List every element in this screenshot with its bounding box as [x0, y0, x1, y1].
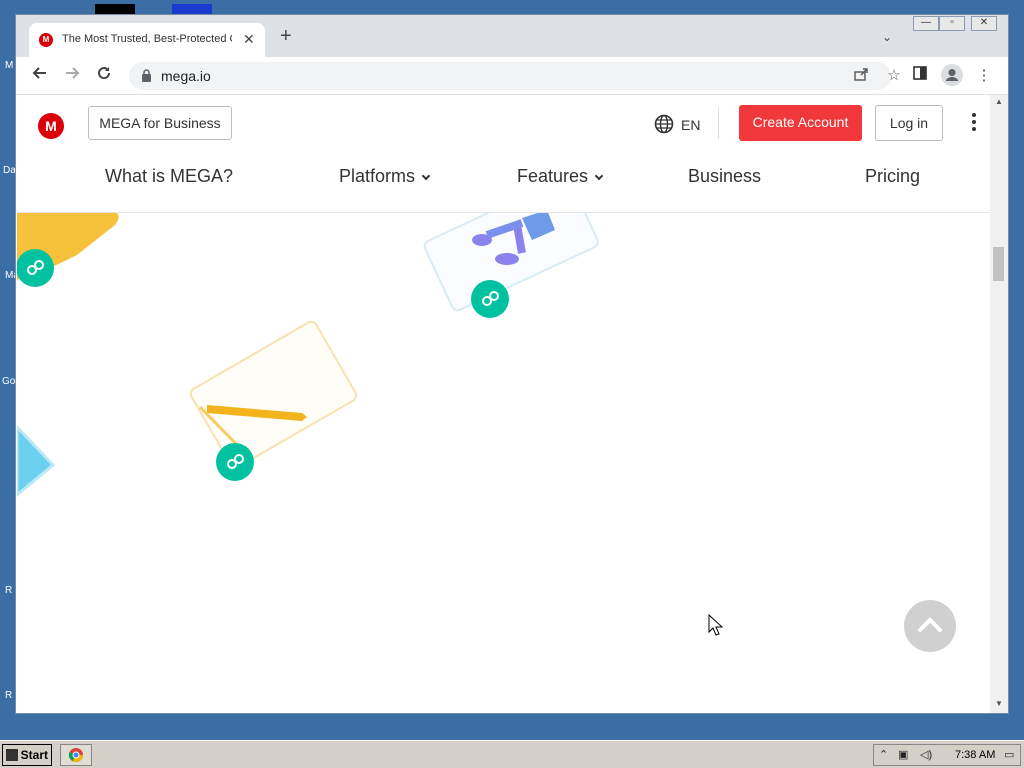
- mega-sync-badge-icon: [17, 249, 54, 287]
- clock[interactable]: 7:38 AM: [955, 749, 995, 761]
- back-arrow-icon[interactable]: [29, 65, 51, 87]
- reload-icon[interactable]: [93, 65, 115, 87]
- start-button[interactable]: Start: [2, 744, 52, 766]
- desktop-icon-label[interactable]: R: [5, 585, 12, 596]
- chevron-up-icon: [918, 617, 942, 632]
- forward-arrow-icon[interactable]: [61, 65, 83, 87]
- desktop-icon-label[interactable]: R: [5, 690, 12, 701]
- nav-platforms[interactable]: Platforms: [339, 166, 431, 187]
- desktop-icon-label[interactable]: M: [5, 60, 13, 71]
- nav-label: What is MEGA?: [105, 166, 234, 186]
- web-page: M MEGA for Business EN Create Account Lo…: [17, 95, 990, 713]
- language-label: EN: [681, 117, 701, 133]
- browser-window: M The Most Trusted, Best-Protected C ✕ +…: [15, 14, 1009, 714]
- globe-icon: [654, 114, 674, 134]
- mega-sync-badge-icon: [471, 280, 509, 318]
- chevron-down-icon: [421, 171, 431, 181]
- profile-avatar-icon[interactable]: [941, 64, 963, 86]
- create-account-button[interactable]: Create Account: [739, 105, 862, 141]
- side-panel-icon[interactable]: [910, 66, 930, 86]
- volume-icon[interactable]: ◁): [920, 748, 932, 761]
- desktop-icon-label[interactable]: Da: [3, 165, 16, 176]
- mega-sync-badge-icon: [216, 443, 254, 481]
- browser-menu-icon[interactable]: ⋮: [974, 66, 994, 86]
- taskbar: Start ⌃ ▣ ◁) 7:38 AM ▭: [0, 740, 1024, 768]
- nav-label: Platforms: [339, 166, 416, 186]
- network-icon[interactable]: ▣: [898, 748, 908, 761]
- windows-logo-icon: [6, 749, 18, 761]
- new-tab-button[interactable]: +: [280, 26, 292, 46]
- close-window-button[interactable]: ✕: [971, 16, 997, 31]
- tray-expand-icon[interactable]: ⌃: [879, 748, 888, 761]
- scroll-to-top-button[interactable]: [904, 600, 956, 652]
- browser-tab[interactable]: M The Most Trusted, Best-Protected C ✕: [29, 23, 265, 57]
- site-header: M MEGA for Business EN Create Account Lo…: [17, 95, 990, 213]
- mega-logo[interactable]: M: [38, 113, 64, 139]
- taskbar-chrome-button[interactable]: [60, 744, 92, 766]
- show-desktop-icon[interactable]: ▭: [1004, 748, 1014, 761]
- share-icon[interactable]: [851, 66, 871, 86]
- nav-label: Business: [688, 166, 762, 186]
- header-divider: [718, 107, 719, 139]
- minimize-button[interactable]: —: [913, 16, 939, 31]
- chrome-icon: [68, 748, 83, 762]
- address-bar[interactable]: mega.io ☆: [129, 62, 901, 90]
- mega-for-business-button[interactable]: MEGA for Business: [88, 106, 232, 140]
- nav-features[interactable]: Features: [517, 166, 604, 187]
- nav-business[interactable]: Business: [688, 166, 761, 187]
- tab-strip: M The Most Trusted, Best-Protected C ✕ +…: [16, 15, 1008, 57]
- nav-label: Pricing: [865, 166, 921, 186]
- more-menu-icon[interactable]: [969, 111, 979, 135]
- start-label: Start: [20, 748, 48, 762]
- system-tray: ⌃ ▣ ◁) 7:38 AM ▭: [873, 744, 1021, 766]
- mouse-cursor-icon: [708, 614, 724, 636]
- browser-toolbar: mega.io ☆ ⋮: [16, 57, 1008, 95]
- mega-favicon-icon: M: [39, 33, 53, 47]
- tab-title: The Most Trusted, Best-Protected C: [62, 33, 232, 45]
- restore-button[interactable]: ▫: [939, 16, 965, 31]
- nav-pricing[interactable]: Pricing: [865, 166, 920, 187]
- url-text[interactable]: mega.io: [161, 68, 211, 84]
- tab-search-dropdown-icon[interactable]: ⌄: [882, 30, 892, 44]
- scroll-down-arrow-icon[interactable]: ▼: [995, 699, 1003, 708]
- nav-what-is-mega[interactable]: What is MEGA?: [105, 166, 233, 187]
- nav-label: Features: [517, 166, 589, 186]
- scroll-up-arrow-icon[interactable]: ▲: [995, 97, 1003, 106]
- chevron-down-icon: [594, 171, 604, 181]
- bookmark-star-icon[interactable]: ☆: [884, 66, 904, 86]
- tab-close-icon[interactable]: ✕: [243, 31, 255, 48]
- scrollbar-thumb[interactable]: [993, 247, 1004, 281]
- desktop-icon-label[interactable]: Go: [2, 376, 15, 387]
- page-scrollbar[interactable]: ▲ ▼: [990, 95, 1008, 713]
- lock-icon[interactable]: [141, 69, 152, 82]
- login-button[interactable]: Log in: [875, 105, 943, 141]
